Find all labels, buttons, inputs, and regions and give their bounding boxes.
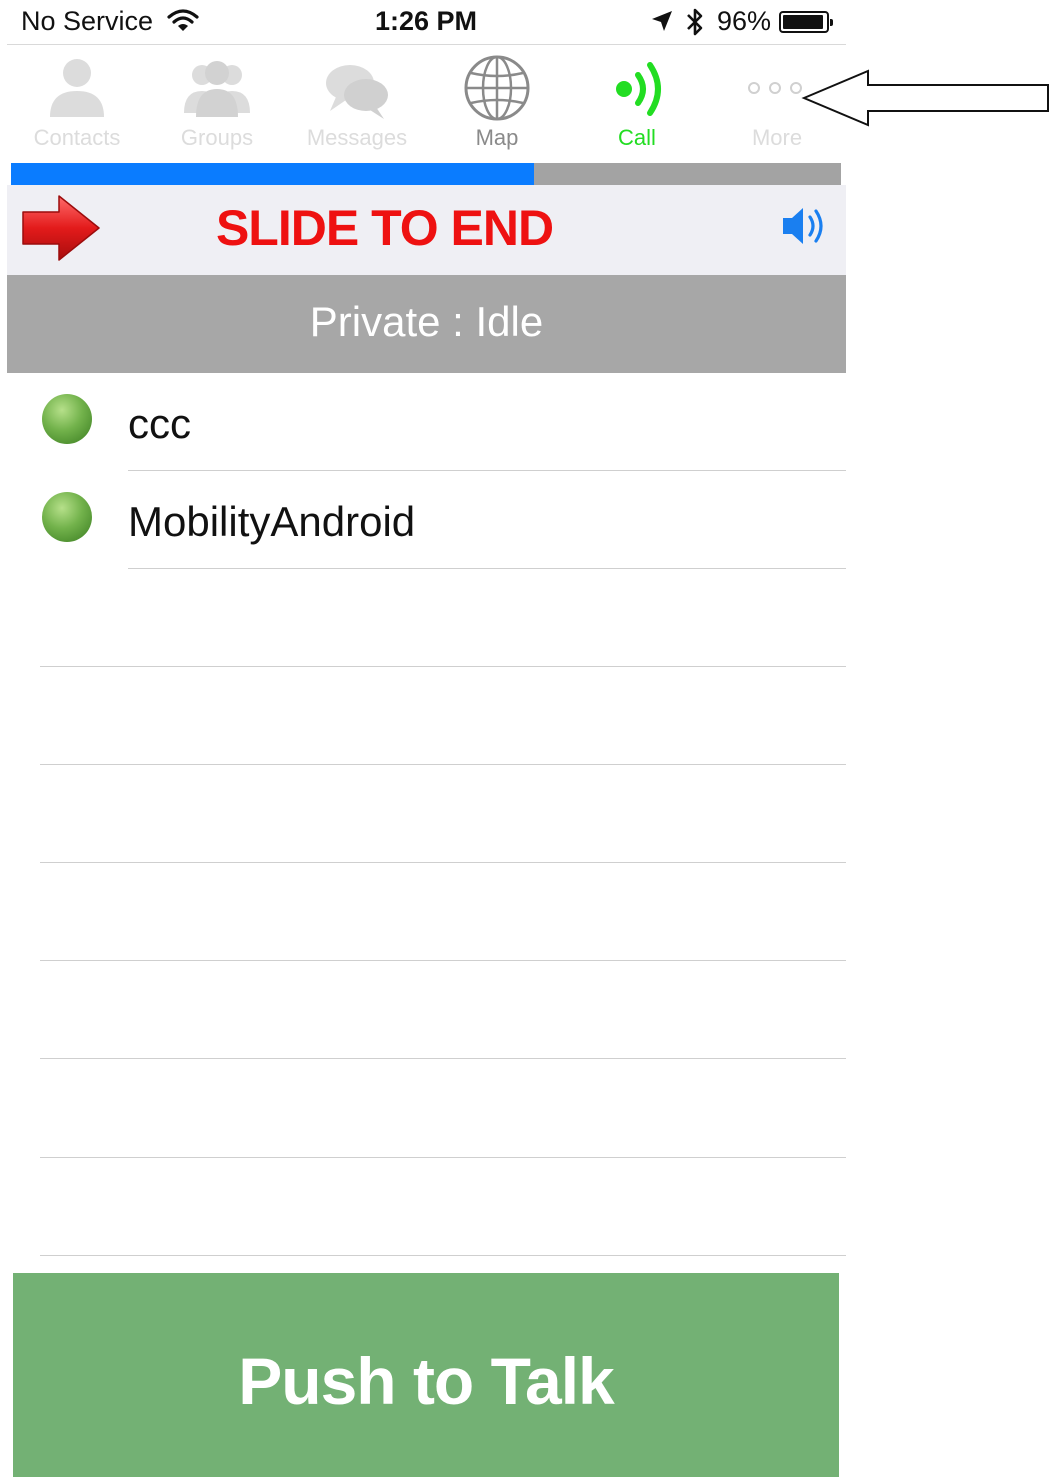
globe-icon (464, 55, 530, 121)
online-status-icon (42, 394, 92, 444)
tab-label: More (751, 125, 803, 150)
tab-label: Contacts (33, 125, 121, 150)
row-divider (128, 568, 846, 569)
tab-label: Groups (180, 125, 254, 150)
bluetooth-icon (684, 6, 706, 43)
row-divider (40, 1255, 846, 1256)
tab-map[interactable]: Map (427, 45, 567, 163)
progress-fill (11, 163, 534, 185)
slide-to-end-bar[interactable]: SLIDE TO END (7, 185, 846, 275)
slide-to-end-label: SLIDE TO END (215, 200, 554, 256)
status-bar: No Service 1:26 PM 96% (7, 0, 846, 45)
call-progress-bar (11, 163, 841, 185)
tab-label: Messages (306, 125, 408, 150)
tab-bar: Contacts Groups Messages Map Call More (7, 45, 846, 163)
push-to-talk-label: Push to Talk (238, 1344, 615, 1418)
groups-icon (184, 61, 250, 117)
speaker-icon[interactable] (781, 203, 831, 249)
row-divider (40, 960, 846, 961)
phone-screen: No Service 1:26 PM 96% Contacts Groups M… (7, 0, 846, 1477)
call-signal-icon (616, 62, 661, 116)
tab-messages[interactable]: Messages (287, 45, 427, 163)
row-divider (40, 862, 846, 863)
carrier-label: No Service (21, 6, 154, 36)
row-divider (40, 1058, 846, 1059)
tab-groups[interactable]: Groups (147, 45, 287, 163)
callout-arrow-icon (801, 69, 1049, 127)
list-item[interactable]: ccc (7, 373, 846, 471)
push-to-talk-button[interactable]: Push to Talk (13, 1273, 839, 1477)
messages-icon (326, 65, 388, 119)
tab-contacts[interactable]: Contacts (7, 45, 147, 163)
battery-percent: 96% (717, 6, 772, 36)
call-status-text: Private : Idle (309, 298, 544, 345)
location-arrow-icon (650, 9, 674, 38)
clock-time: 1:26 PM (375, 6, 478, 36)
wifi-icon (167, 8, 199, 39)
tab-label: Call (618, 125, 656, 150)
tab-call[interactable]: Call (567, 45, 707, 163)
call-status-strip: Private : Idle (7, 275, 846, 373)
online-status-icon (42, 492, 92, 542)
row-divider (40, 764, 846, 765)
contacts-icon (50, 59, 104, 117)
tab-label: Map (475, 125, 519, 150)
row-divider (40, 666, 846, 667)
row-divider (40, 1157, 846, 1158)
member-name: ccc (128, 400, 191, 447)
list-item[interactable]: MobilityAndroid (7, 471, 846, 569)
battery-icon (779, 11, 833, 33)
red-arrow-icon[interactable] (19, 192, 103, 264)
member-name: MobilityAndroid (128, 498, 416, 545)
